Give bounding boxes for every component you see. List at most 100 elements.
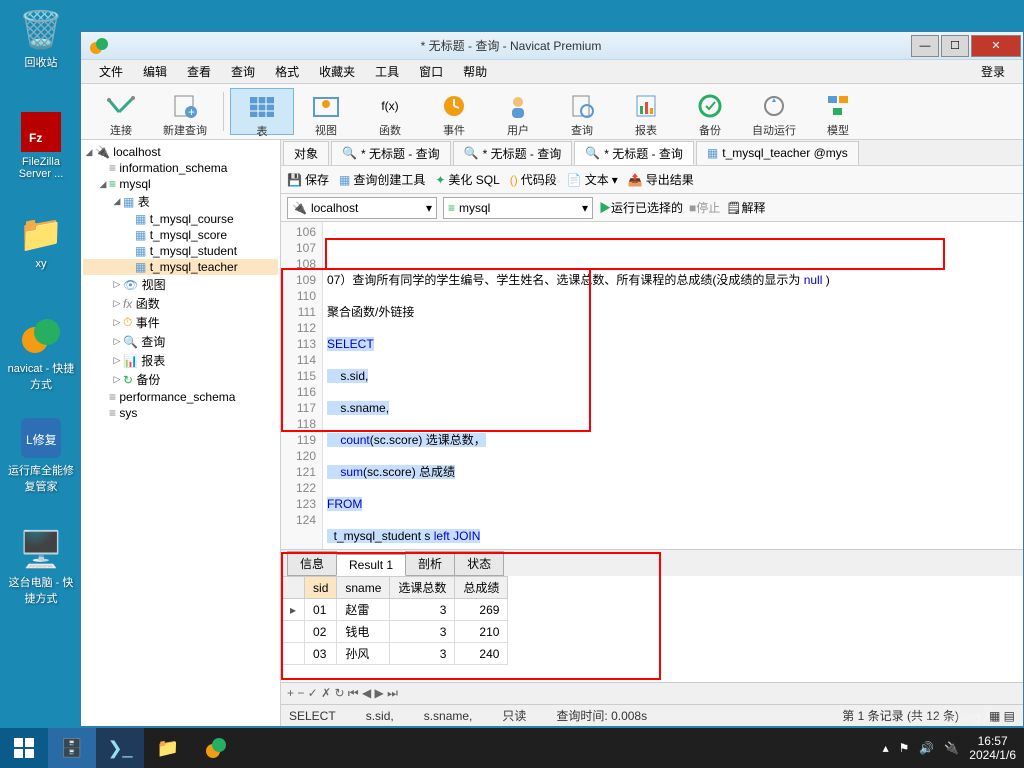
tab-objects[interactable]: 对象 bbox=[283, 141, 329, 165]
task-explorer[interactable]: 📁 bbox=[144, 728, 192, 768]
tree-table[interactable]: ▦ t_mysql_student bbox=[83, 243, 278, 259]
menu-query[interactable]: 查询 bbox=[221, 63, 265, 80]
tab-query-active[interactable]: 🔍* 无标题 - 查询 bbox=[574, 141, 694, 165]
toolbar-report[interactable]: 报表 bbox=[614, 88, 678, 135]
close-button[interactable]: ✕ bbox=[971, 35, 1021, 57]
result-tab-result1[interactable]: Result 1 bbox=[336, 554, 406, 576]
grid-nav-toolbar[interactable]: + − ✓ ✗ ↻ ⏮ ◀ ▶ ⏭ bbox=[281, 682, 1023, 704]
explain-button[interactable]: 🗒解释 bbox=[726, 199, 765, 216]
export-button[interactable]: 📤导出结果 bbox=[628, 171, 694, 188]
tray-network-icon[interactable]: 🔌 bbox=[944, 741, 959, 755]
toolbar-view[interactable]: 视图 bbox=[294, 88, 358, 135]
stop-button[interactable]: ■停止 bbox=[689, 199, 720, 216]
run-button[interactable]: ▶运行已选择的 bbox=[599, 199, 683, 216]
snippet-button[interactable]: ()代码段 bbox=[510, 171, 557, 188]
save-button[interactable]: 💾保存 bbox=[287, 171, 329, 188]
start-button[interactable] bbox=[0, 728, 48, 768]
desktop-icon-repair[interactable]: L修复 运行库全能修复管家 bbox=[6, 416, 76, 494]
builder-button[interactable]: ▦查询创建工具 bbox=[339, 171, 425, 188]
menu-file[interactable]: 文件 bbox=[89, 63, 133, 80]
task-powershell[interactable]: ❯_ bbox=[96, 728, 144, 768]
server-select[interactable]: 🔌localhost▾ bbox=[287, 197, 437, 219]
tree-table[interactable]: ▦ t_mysql_teacher bbox=[83, 259, 278, 275]
tray-volume-icon[interactable]: 🔊 bbox=[919, 741, 934, 755]
tree-node[interactable]: ▷fx 函数 bbox=[83, 294, 278, 313]
navicat-icon bbox=[19, 314, 63, 358]
menu-help[interactable]: 帮助 bbox=[453, 63, 497, 80]
toolbar-event[interactable]: 事件 bbox=[422, 88, 486, 135]
tree-table[interactable]: ▦ t_mysql_course bbox=[83, 211, 278, 227]
toolbar-backup[interactable]: 备份 bbox=[678, 88, 742, 135]
connection-bar: 🔌localhost▾ ≡mysql▾ ▶运行已选择的 ■停止 🗒解释 bbox=[281, 194, 1023, 222]
minimize-button[interactable]: — bbox=[911, 35, 939, 57]
tab-query[interactable]: 🔍* 无标题 - 查询 bbox=[331, 141, 451, 165]
menu-tools[interactable]: 工具 bbox=[365, 63, 409, 80]
menu-window[interactable]: 窗口 bbox=[409, 63, 453, 80]
task-server-manager[interactable]: 🗄️ bbox=[48, 728, 96, 768]
table-icon: ▦ bbox=[135, 260, 146, 274]
toolbar-query[interactable]: 查询 bbox=[550, 88, 614, 135]
repair-icon: L修复 bbox=[19, 416, 63, 460]
connection-tree[interactable]: ◢🔌 localhost ≡ information_schema ◢≡ mys… bbox=[81, 140, 281, 726]
plug-icon: 🔌 bbox=[95, 145, 110, 159]
toolbar-new-query[interactable]: +新建查询 bbox=[153, 88, 217, 135]
tree-table[interactable]: ▦ t_mysql_score bbox=[83, 227, 278, 243]
desktop-icon-pc[interactable]: 🖥️ 这台电脑 - 快捷方式 bbox=[6, 528, 76, 606]
clock[interactable]: 16:572024/1/6 bbox=[969, 734, 1016, 762]
menu-fav[interactable]: 收藏夹 bbox=[309, 63, 365, 80]
editor-tabs: 对象 🔍* 无标题 - 查询 🔍* 无标题 - 查询 🔍* 无标题 - 查询 ▦… bbox=[281, 140, 1023, 166]
toolbar-table[interactable]: 表 bbox=[230, 88, 294, 135]
text-button[interactable]: 📄文本 ▾ bbox=[567, 171, 618, 188]
table-icon: ▦ bbox=[135, 244, 146, 258]
desktop-icon-recycle[interactable]: 🗑️ 回收站 bbox=[6, 8, 76, 70]
system-tray[interactable]: ▴ ⚑ 🔊 🔌 16:572024/1/6 bbox=[875, 734, 1024, 762]
table-row: ▸01赵雷3269 bbox=[282, 599, 508, 621]
tab-table[interactable]: ▦t_mysql_teacher @mys bbox=[696, 141, 859, 165]
tray-flag-icon[interactable]: ⚑ bbox=[899, 741, 910, 755]
tree-node[interactable]: ▷👁 视图 bbox=[83, 275, 278, 294]
navicat-app-icon bbox=[87, 34, 111, 58]
result-tab-status[interactable]: 状态 bbox=[454, 551, 504, 576]
toolbar-model[interactable]: 模型 bbox=[806, 88, 870, 135]
window-title: * 无标题 - 查询 - Navicat Premium bbox=[111, 37, 911, 54]
sql-editor[interactable]: 1061071081091101111121131141151161171181… bbox=[281, 222, 1023, 549]
db-select[interactable]: ≡mysql▾ bbox=[443, 197, 593, 219]
desktop-label: 回收站 bbox=[6, 54, 76, 70]
task-navicat[interactable] bbox=[192, 728, 240, 768]
menu-view[interactable]: 查看 bbox=[177, 63, 221, 80]
toolbar-function[interactable]: f(x)函数 bbox=[358, 88, 422, 135]
desktop-label: navicat - 快捷方式 bbox=[6, 360, 76, 392]
menu-edit[interactable]: 编辑 bbox=[133, 63, 177, 80]
desktop-label: xy bbox=[6, 258, 76, 270]
tray-up-icon[interactable]: ▴ bbox=[883, 741, 889, 755]
table-group-icon: ▦ bbox=[123, 195, 134, 209]
result-tab-info[interactable]: 信息 bbox=[287, 551, 337, 576]
menu-format[interactable]: 格式 bbox=[265, 63, 309, 80]
tree-node[interactable]: ▷🔍 查询 bbox=[83, 332, 278, 351]
desktop-icon-filezilla[interactable]: Fz FileZilla Server ... bbox=[6, 110, 76, 180]
tree-db[interactable]: ≡ sys bbox=[83, 405, 278, 421]
tree-node[interactable]: ▷📊 报表 bbox=[83, 351, 278, 370]
login-link[interactable]: 登录 bbox=[971, 63, 1015, 80]
recycle-icon: 🗑️ bbox=[19, 8, 63, 52]
result-grid[interactable]: sidsname选课总数总成绩 ▸01赵雷3269 02钱电3210 03孙风3… bbox=[281, 576, 1023, 682]
desktop-label: FileZilla Server ... bbox=[6, 156, 76, 180]
main-toolbar: 连接 +新建查询 表 视图 f(x)函数 事件 用户 查询 报表 备份 自动运行… bbox=[81, 84, 1023, 140]
tree-node[interactable]: ▷↻ 备份 bbox=[83, 370, 278, 389]
toolbar-connect[interactable]: 连接 bbox=[89, 88, 153, 135]
svg-text:+: + bbox=[188, 105, 195, 118]
db-icon: ≡ bbox=[109, 161, 116, 175]
desktop-icon-folder[interactable]: 📁 xy bbox=[6, 212, 76, 270]
toolbar-auto[interactable]: 自动运行 bbox=[742, 88, 806, 135]
tab-query[interactable]: 🔍* 无标题 - 查询 bbox=[453, 141, 573, 165]
toolbar-user[interactable]: 用户 bbox=[486, 88, 550, 135]
navicat-window: * 无标题 - 查询 - Navicat Premium — ☐ ✕ 文件 编辑… bbox=[80, 31, 1024, 727]
beautify-button[interactable]: ✦美化 SQL bbox=[435, 171, 499, 188]
tree-node[interactable]: ▷⏱ 事件 bbox=[83, 313, 278, 332]
desktop-icon-navicat[interactable]: navicat - 快捷方式 bbox=[6, 314, 76, 392]
tree-db[interactable]: ≡ performance_schema bbox=[83, 389, 278, 405]
code-area[interactable]: 07）查询所有同学的学生编号、学生姓名、选课总数、所有课程的总成绩(没成绩的显示… bbox=[323, 222, 1023, 549]
desktop-label: 运行库全能修复管家 bbox=[6, 462, 76, 494]
maximize-button[interactable]: ☐ bbox=[941, 35, 969, 57]
result-tab-profile[interactable]: 剖析 bbox=[405, 551, 455, 576]
